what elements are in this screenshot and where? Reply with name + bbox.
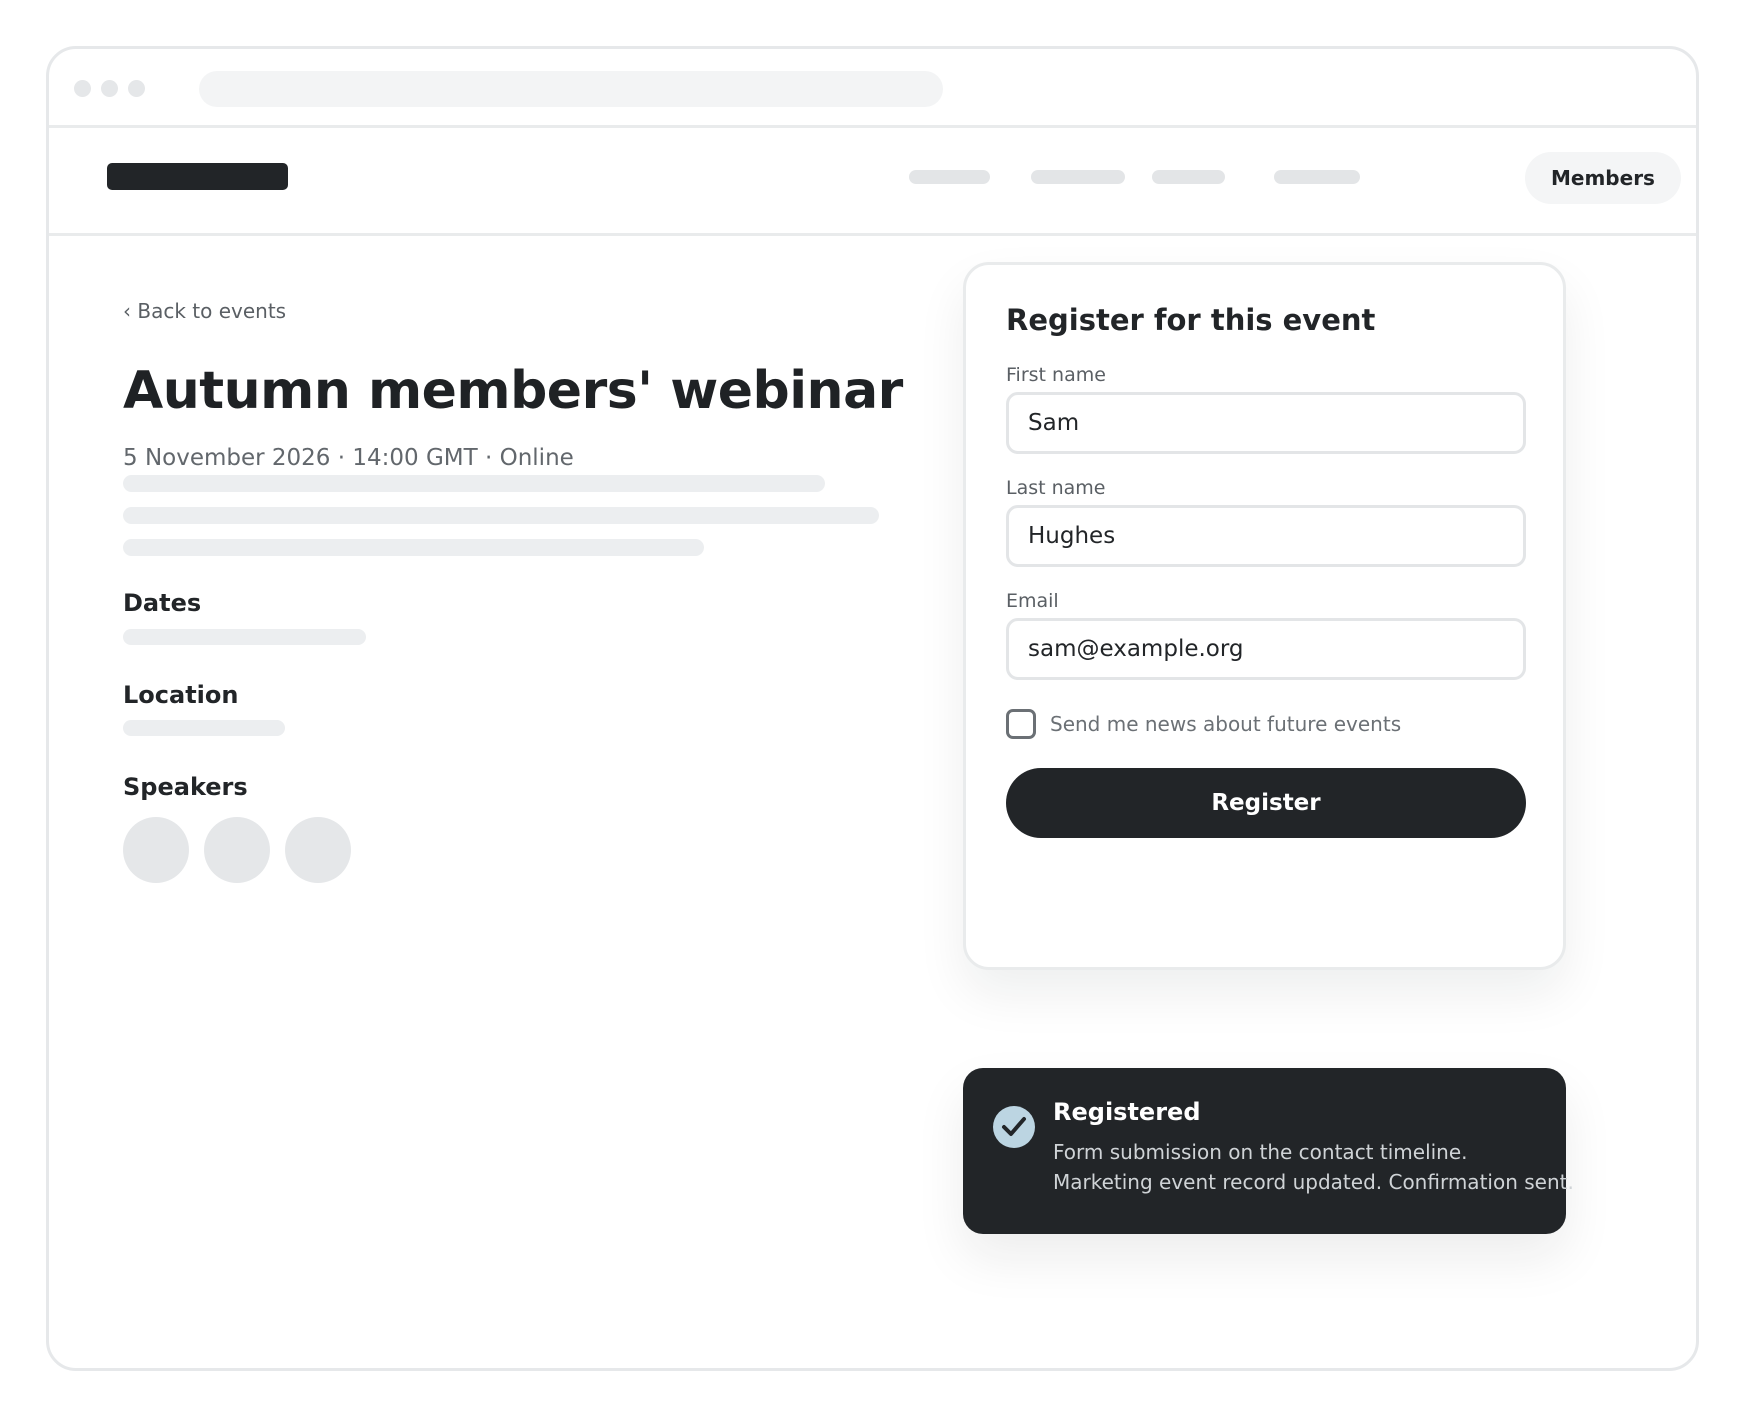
check-circle-icon <box>993 1106 1035 1148</box>
window-minimize-dot[interactable] <box>101 80 118 97</box>
location-placeholder <box>123 720 285 736</box>
description-placeholder <box>123 507 879 524</box>
form-title: Register for this event <box>1006 303 1376 337</box>
register-button[interactable]: Register <box>1006 768 1526 838</box>
address-bar[interactable] <box>199 71 943 107</box>
nav-item-placeholder[interactable] <box>1031 170 1125 184</box>
email-label: Email <box>1006 590 1059 612</box>
nav-item-placeholder[interactable] <box>909 170 990 184</box>
speaker-avatar[interactable] <box>285 817 351 883</box>
speaker-avatar[interactable] <box>123 817 189 883</box>
section-heading-speakers: Speakers <box>123 773 248 801</box>
dates-placeholder <box>123 629 366 645</box>
nav-item-placeholder[interactable] <box>1152 170 1225 184</box>
site-logo[interactable] <box>107 163 288 190</box>
toast-title: Registered <box>1053 1098 1201 1126</box>
window-maximize-dot[interactable] <box>128 80 145 97</box>
success-toast: Registered Form submission on the contac… <box>963 1068 1574 1234</box>
browser-window: Members ‹ Back to events Autumn members'… <box>46 46 1699 1371</box>
registration-form-card: Register for this event First name Last … <box>963 262 1566 970</box>
site-header: Members <box>49 128 1696 236</box>
last-name-label: Last name <box>1006 477 1106 499</box>
nav-item-members[interactable]: Members <box>1525 152 1681 204</box>
description-placeholder <box>123 475 825 492</box>
speaker-avatar[interactable] <box>204 817 270 883</box>
first-name-label: First name <box>1006 364 1106 386</box>
nav-item-placeholder[interactable] <box>1274 170 1360 184</box>
newsletter-checkbox-label[interactable]: Send me news about future events <box>1050 712 1401 736</box>
section-heading-location: Location <box>123 681 239 709</box>
section-heading-dates: Dates <box>123 589 202 617</box>
email-field[interactable] <box>1006 618 1526 680</box>
window-close-dot[interactable] <box>74 80 91 97</box>
back-to-events-link[interactable]: ‹ Back to events <box>123 299 286 323</box>
browser-titlebar <box>49 49 1696 128</box>
newsletter-checkbox[interactable] <box>1006 709 1036 739</box>
page-title: Autumn members' webinar <box>123 361 903 421</box>
first-name-field[interactable] <box>1006 392 1526 454</box>
toast-message-line: Form submission on the contact timeline. <box>1053 1140 1468 1164</box>
event-meta: 5 November 2026 · 14:00 GMT · Online <box>123 445 574 471</box>
last-name-field[interactable] <box>1006 505 1526 567</box>
toast-message-line: Marketing event record updated. Confirma… <box>1053 1170 1574 1194</box>
description-placeholder <box>123 539 704 556</box>
